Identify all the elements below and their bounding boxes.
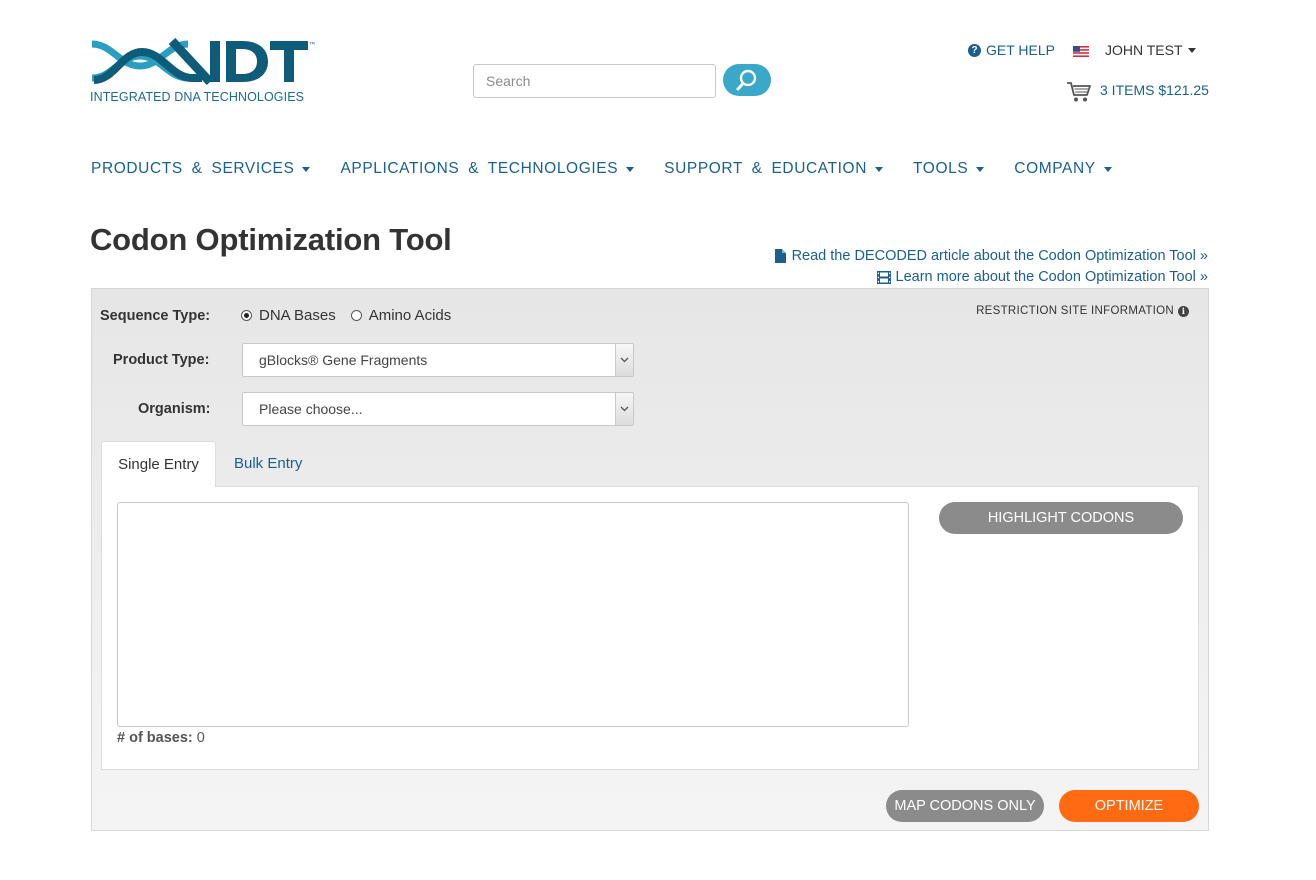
question-circle-icon: ? — [968, 43, 981, 57]
info-circle-icon: i — [1178, 305, 1189, 317]
user-menu[interactable]: JOHN TEST — [1105, 42, 1196, 58]
radio-amino-acids-label[interactable]: Amino Acids — [369, 307, 452, 324]
sequence-type-label: Sequence Type: — [100, 308, 211, 324]
user-name: JOHN TEST — [1105, 42, 1183, 58]
logo-tagline: INTEGRATED DNA TECHNOLOGIES — [90, 90, 305, 104]
get-help-label: GET HELP — [986, 42, 1055, 58]
search-icon — [736, 69, 757, 91]
decoded-article-link[interactable]: Read the DECODED article about the Codon… — [774, 248, 1208, 264]
bases-count-value: 0 — [196, 730, 205, 746]
decoded-article-label: Read the DECODED article about the Codon… — [791, 248, 1208, 264]
nav-tools[interactable]: TOOLS — [913, 160, 985, 178]
radio-amino-acids[interactable] — [350, 310, 362, 321]
radio-dna-bases-label[interactable]: DNA Bases — [259, 307, 336, 324]
organism-select[interactable]: Please choose... — [242, 392, 634, 426]
svg-text:™: ™ — [309, 41, 315, 48]
film-icon — [876, 270, 891, 284]
restriction-site-info-label: RESTRICTION SITE INFORMATION — [976, 305, 1174, 317]
caret-down-icon — [626, 166, 635, 172]
caret-down-icon — [976, 166, 985, 172]
nav-label: SUPPORT & EDUCATION — [664, 160, 868, 177]
product-type-value: gBlocks® Gene Fragments — [259, 352, 428, 368]
highlight-codons-button[interactable]: HIGHLIGHT CODONS — [939, 502, 1183, 534]
tab-bulk-entry[interactable]: Bulk Entry — [234, 455, 302, 472]
product-type-select[interactable]: gBlocks® Gene Fragments — [242, 343, 634, 377]
nav-company[interactable]: COMPANY — [1014, 160, 1112, 178]
optimize-button[interactable]: OPTIMIZE — [1059, 790, 1199, 822]
caret-down-icon — [302, 166, 311, 172]
sequence-type-options: DNA Bases Amino Acids — [241, 307, 451, 324]
bases-count-label: # of bases: — [117, 730, 193, 746]
nav-label: APPLICATIONS & TECHNOLOGIES — [340, 160, 619, 177]
sequence-textarea[interactable] — [117, 502, 909, 727]
organism-value: Please choose... — [259, 401, 363, 417]
chevron-down-icon — [615, 393, 633, 425]
nav-label: PRODUCTS & SERVICES — [91, 160, 295, 177]
organism-label: Organism: — [138, 401, 211, 417]
nav-label: TOOLS — [913, 160, 969, 177]
page-title: Codon Optimization Tool — [90, 222, 452, 257]
get-help-link[interactable]: ? GET HELP — [968, 42, 1055, 58]
chevron-down-icon — [615, 344, 633, 376]
caret-down-icon — [875, 166, 884, 172]
radio-dna-bases[interactable] — [241, 310, 252, 321]
nav-applications-technologies[interactable]: APPLICATIONS & TECHNOLOGIES — [340, 160, 635, 178]
bases-count: # of bases: 0 — [117, 730, 205, 746]
us-flag-icon — [1073, 46, 1089, 57]
cart-summary-link[interactable]: 3 ITEMS $121.25 — [1100, 82, 1209, 98]
nav-support-education[interactable]: SUPPORT & EDUCATION — [664, 160, 884, 178]
learn-more-label: Learn more about the Codon Optimization … — [895, 269, 1208, 285]
nav-label: COMPANY — [1014, 160, 1096, 177]
caret-down-icon — [1103, 166, 1112, 172]
nav-products-services[interactable]: PRODUCTS & SERVICES — [91, 160, 311, 178]
main-nav: PRODUCTS & SERVICES APPLICATIONS & TECHN… — [91, 160, 1112, 178]
caret-down-icon — [1187, 47, 1196, 53]
map-codons-only-button[interactable]: MAP CODONS ONLY — [886, 790, 1044, 822]
tab-single-entry[interactable]: Single Entry — [101, 441, 216, 487]
restriction-site-info-link[interactable]: RESTRICTION SITE INFORMATION i — [976, 305, 1189, 317]
cart-icon[interactable] — [1066, 81, 1092, 103]
product-type-label: Product Type: — [113, 352, 210, 368]
file-icon — [774, 249, 786, 263]
search-button[interactable] — [723, 64, 771, 96]
learn-more-link[interactable]: Learn more about the Codon Optimization … — [876, 269, 1208, 285]
search-input[interactable] — [473, 64, 716, 98]
